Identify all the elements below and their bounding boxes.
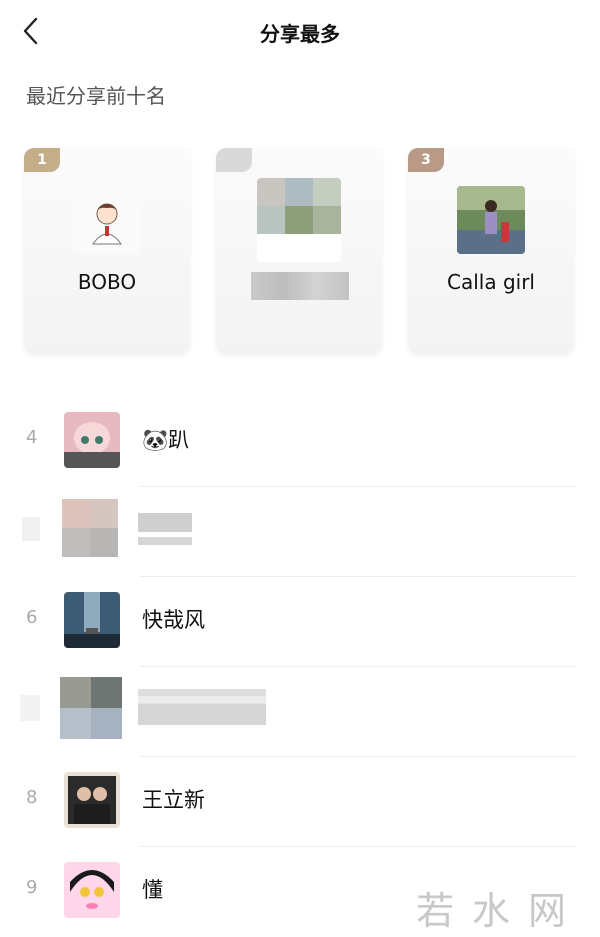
name-obscured xyxy=(251,272,349,300)
avatar xyxy=(457,186,525,254)
list-item[interactable] xyxy=(0,487,600,577)
list-item[interactable]: 6 快哉风 xyxy=(0,577,600,667)
user-name: 🐼趴 xyxy=(142,428,190,452)
avatar xyxy=(73,186,141,254)
top-user-name: Calla girl xyxy=(447,270,535,294)
rank-obscured xyxy=(22,517,40,541)
rank-number: 9 xyxy=(26,877,38,898)
name-obscured xyxy=(138,689,266,725)
avatar xyxy=(257,178,341,262)
top-user-name: BOBO xyxy=(77,270,137,294)
rank-obscured xyxy=(20,695,40,721)
top-user-card-1[interactable]: 1 BOBO xyxy=(24,148,190,354)
list-item[interactable]: 8 王立新 xyxy=(0,757,600,847)
avatar-obscured xyxy=(62,499,118,557)
name-obscured xyxy=(138,513,192,545)
avatar xyxy=(64,862,120,918)
list-item[interactable] xyxy=(0,667,600,757)
user-name: 懂 xyxy=(142,878,163,902)
rank-badge: 1 xyxy=(24,148,60,172)
rank-badge xyxy=(216,148,252,172)
list-item[interactable]: 4 🐼趴 xyxy=(0,397,600,487)
header: 分享最多 xyxy=(0,0,600,64)
rank-number: 4 xyxy=(26,427,38,448)
rank-number: 8 xyxy=(26,787,38,808)
top-user-card-3[interactable]: 3 Calla girl xyxy=(408,148,574,354)
rank-badge: 3 xyxy=(408,148,444,172)
page-title: 分享最多 xyxy=(260,22,340,46)
top-user-card-2[interactable] xyxy=(216,148,382,354)
user-name: 王立新 xyxy=(142,788,205,812)
rank-number: 6 xyxy=(26,607,38,628)
avatar xyxy=(64,772,120,828)
watermark: 若水网 xyxy=(415,889,584,933)
avatar xyxy=(64,412,120,468)
section-title: 最近分享前十名 xyxy=(26,84,166,108)
user-name: 快哉风 xyxy=(142,608,205,632)
avatar-obscured xyxy=(60,677,122,739)
avatar xyxy=(64,592,120,648)
